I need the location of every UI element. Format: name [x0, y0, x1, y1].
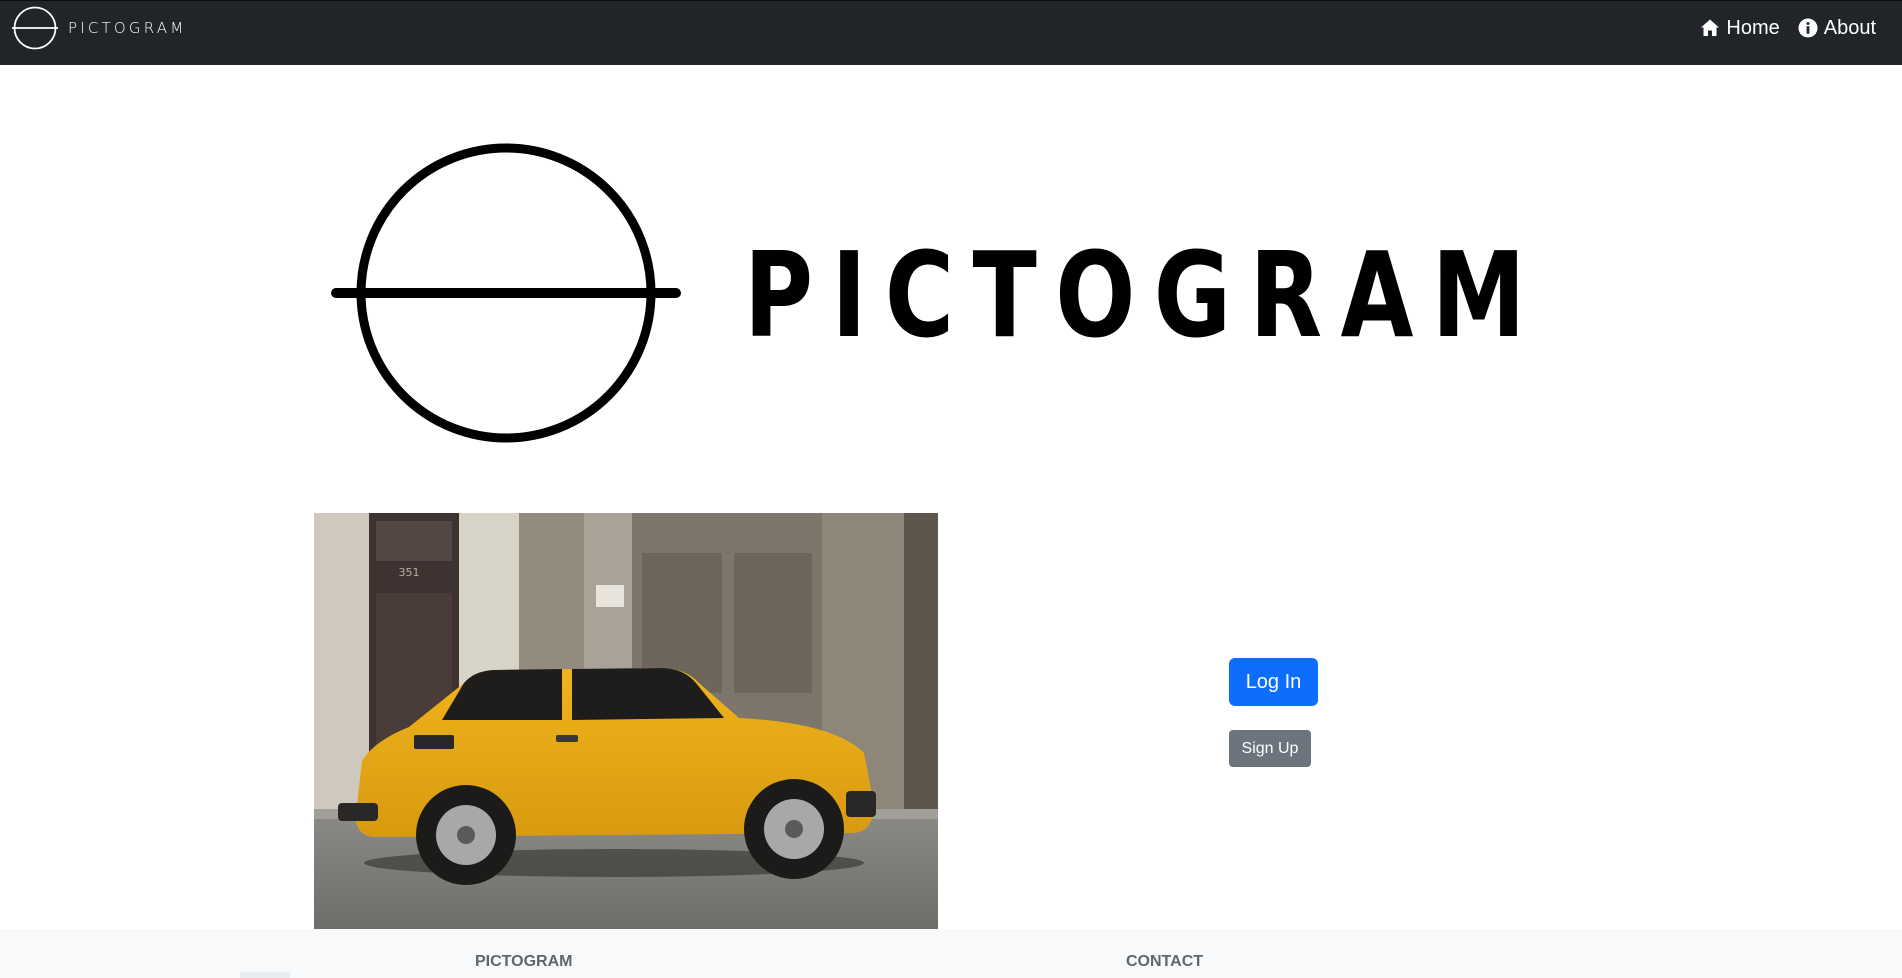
info-icon — [1798, 18, 1818, 38]
footer-heading-contact: CONTACT — [1126, 953, 1204, 970]
nav-about-label: About — [1823, 17, 1876, 39]
nav-about-link[interactable]: About — [1798, 15, 1876, 41]
hero-logo-text: PICTOGRAM — [744, 226, 1544, 364]
nav-home-link[interactable]: Home — [1700, 15, 1780, 41]
nav-links: Home About — [1700, 15, 1876, 41]
footer: PICTOGRAM CONTACT — [0, 929, 1902, 978]
pictogram-logo-icon — [12, 6, 58, 50]
signup-button[interactable]: Sign Up — [1229, 730, 1311, 767]
nav-home-label: Home — [1726, 17, 1780, 39]
brand-text: PICTOGRAM — [68, 19, 187, 37]
car-wheel — [744, 779, 844, 879]
hero-logo: PICTOGRAM — [326, 140, 1556, 450]
yellow-car-photo: 351 — [314, 513, 938, 929]
login-button[interactable]: Log In — [1229, 658, 1318, 706]
brand-link[interactable]: PICTOGRAM — [12, 6, 186, 50]
pictogram-logo-icon — [331, 143, 681, 443]
top-navbar: PICTOGRAM Home About — [0, 0, 1902, 65]
footer-heading-pictogram: PICTOGRAM — [475, 953, 573, 970]
car-wheel — [416, 785, 516, 885]
door-number: 351 — [399, 566, 420, 579]
scroll-indicator — [240, 972, 290, 978]
home-icon — [1701, 19, 1720, 36]
